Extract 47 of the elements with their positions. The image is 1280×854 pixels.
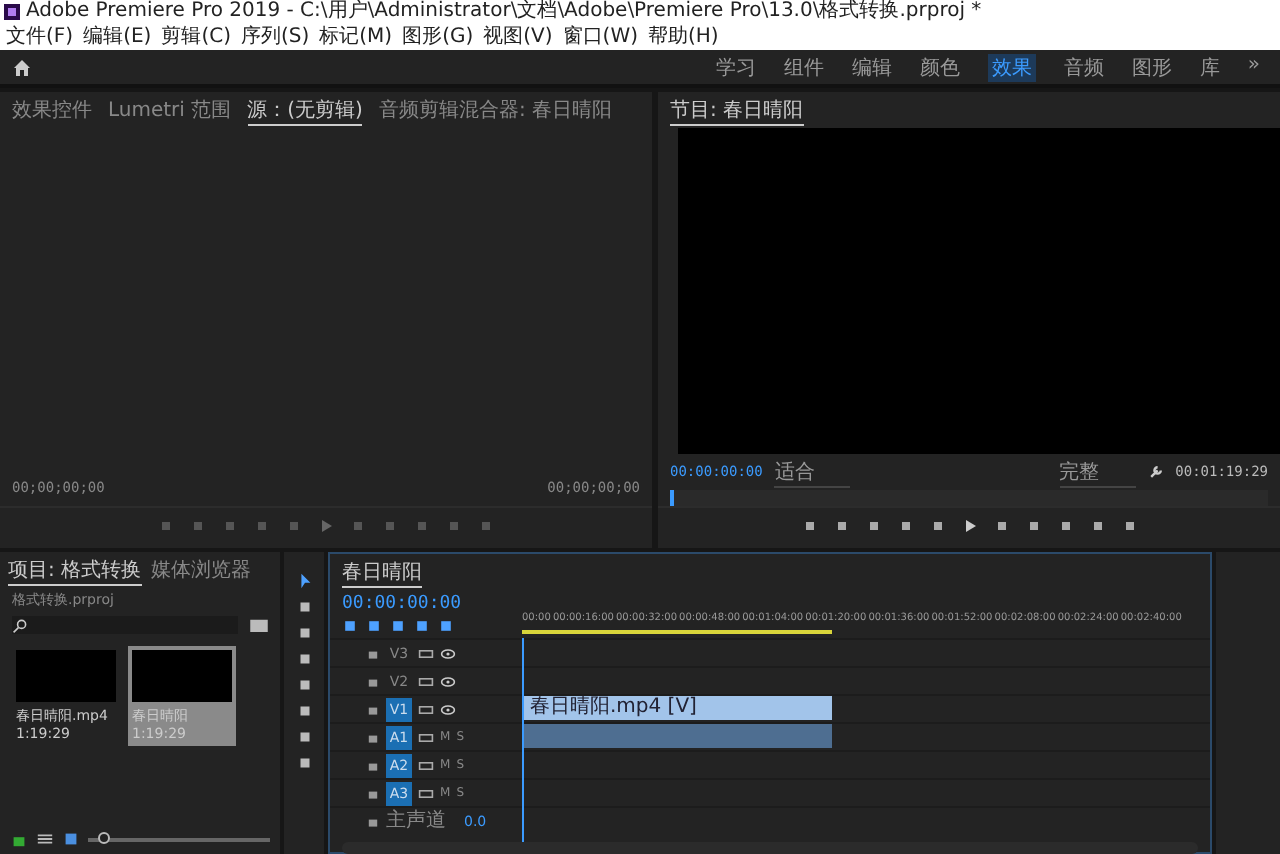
menu-item[interactable]: 剪辑(C): [161, 24, 231, 50]
workspace-tab[interactable]: 音频: [1063, 53, 1104, 81]
wrench-icon[interactable]: [1147, 464, 1164, 480]
workspace-tab[interactable]: 库: [1199, 53, 1220, 81]
workspace-tab[interactable]: 效果: [987, 53, 1036, 81]
workspace-tab[interactable]: 学习: [715, 53, 756, 81]
workspace-tab[interactable]: 组件: [783, 53, 824, 81]
quality-dropdown[interactable]: 完整: [1059, 457, 1136, 487]
timecode: 00:00:00:00: [342, 594, 464, 614]
search-icon: [12, 617, 28, 633]
selection-tool-icon[interactable]: [295, 572, 313, 590]
scroll-bar[interactable]: [342, 842, 1198, 854]
audio-clip[interactable]: [522, 724, 832, 748]
menu-item[interactable]: 窗口(W): [562, 24, 638, 50]
panel-tab[interactable]: 节目: 春日晴阳: [670, 95, 804, 125]
menu-item[interactable]: 序列(S): [240, 24, 310, 50]
menu-item[interactable]: 视图(V): [483, 24, 553, 50]
panel-tab[interactable]: Lumetri 范围: [108, 96, 232, 124]
panel-tab[interactable]: 源：(无剪辑): [247, 95, 363, 125]
menu-item[interactable]: 帮助(H): [648, 24, 719, 50]
thumbnail: [16, 650, 116, 702]
menu-item[interactable]: 文件(F): [6, 24, 74, 50]
eye-icon[interactable]: [440, 701, 456, 717]
menu-item[interactable]: 图形(G): [402, 24, 474, 50]
zoom-dropdown[interactable]: 适合: [774, 457, 851, 487]
menu-item[interactable]: 编辑(E): [83, 24, 152, 50]
folder-icon[interactable]: [250, 618, 268, 632]
eye-icon[interactable]: [440, 645, 456, 661]
panel-tab[interactable]: 春日晴阳: [342, 557, 422, 587]
panel-tab[interactable]: 音频剪辑混合器: 春日晴阳: [378, 96, 612, 124]
eye-icon[interactable]: [440, 673, 456, 689]
search-field[interactable]: [12, 616, 238, 634]
panel-tab[interactable]: 媒体浏览器: [151, 556, 252, 584]
list-view-icon[interactable]: [36, 830, 54, 848]
workspace-tab[interactable]: »: [1247, 53, 1260, 81]
workspace-tab[interactable]: 编辑: [851, 53, 892, 81]
home-icon[interactable]: [12, 57, 32, 77]
panel-tab[interactable]: 项目: 格式转换: [8, 555, 142, 585]
panel-tab[interactable]: 效果控件: [12, 96, 92, 124]
workspace-tab[interactable]: 图形: [1131, 53, 1172, 81]
workspace-tab[interactable]: 颜色: [919, 53, 960, 81]
track-label: 主声道: [386, 809, 446, 833]
zoom-slider[interactable]: [97, 831, 110, 843]
menu-item[interactable]: 标记(M): [319, 24, 393, 50]
thumbnail: [132, 650, 232, 702]
video-clip[interactable]: 春日晴阳.mp4 [V]: [522, 696, 832, 720]
app-icon: [4, 4, 20, 20]
